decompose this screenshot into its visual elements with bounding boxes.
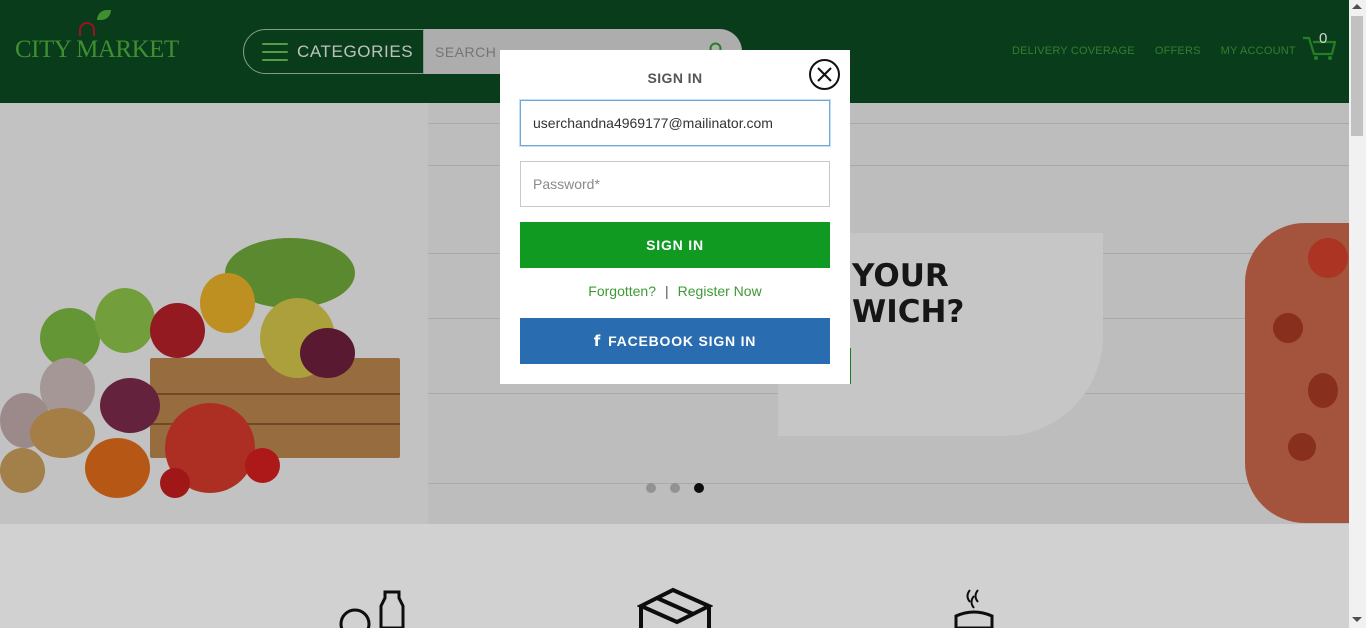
modal-title: SIGN IN [647,70,703,86]
facebook-sign-in-button[interactable]: f FACEBOOK SIGN IN [520,318,830,364]
links-separator: | [665,283,669,299]
close-circle-icon [817,67,832,82]
scrollbar-thumb[interactable] [1351,16,1363,136]
sign-in-button[interactable]: SIGN IN [520,222,830,268]
facebook-sign-in-label: FACEBOOK SIGN IN [608,333,757,349]
close-button[interactable] [809,59,840,90]
facebook-icon: f [593,332,602,350]
auth-links: Forgotten? | Register Now [500,283,850,299]
password-field[interactable] [520,161,830,207]
scroll-up-arrow-icon[interactable] [1352,4,1362,9]
register-now-link[interactable]: Register Now [678,283,762,299]
sign-in-modal: SIGN IN SIGN IN Forgotten?|Register Now … [500,50,850,384]
scroll-down-arrow-icon[interactable] [1352,617,1362,622]
email-field[interactable] [520,100,830,146]
forgotten-password-link[interactable]: Forgotten? [588,283,656,299]
